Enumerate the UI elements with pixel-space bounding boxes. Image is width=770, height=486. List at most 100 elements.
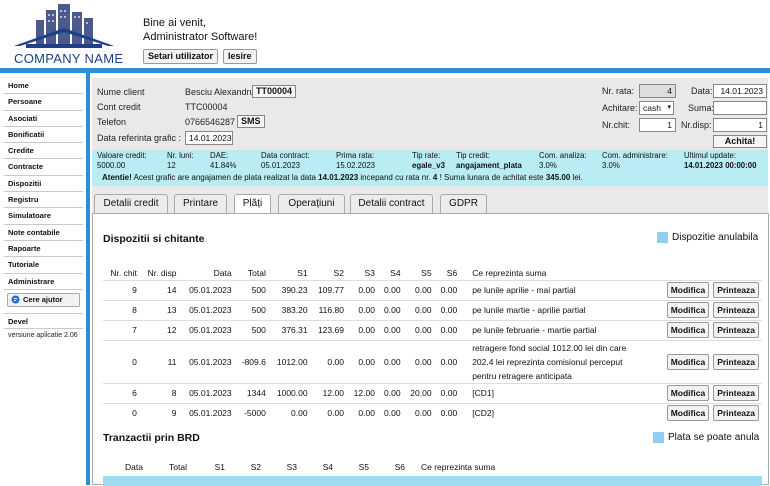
stat-label: Tip rate: (412, 151, 441, 160)
chat-icon (11, 295, 20, 304)
cell-s6: 0.00 (434, 299, 461, 320)
stat-label: Tip credit: (456, 151, 490, 160)
transactions-table: Data Total S1 S2 S3 S4 S5 S6 Ce reprezin… (103, 460, 501, 474)
stat-value: egale_v3 (412, 160, 445, 170)
sidebar-item-persoane[interactable]: Persoane (4, 94, 83, 111)
sidebar-item-credite[interactable]: Credite (4, 143, 83, 160)
sidebar-devel: Devel (4, 312, 83, 330)
modify-button[interactable]: Modifica (666, 302, 710, 318)
modify-button[interactable]: Modifica (666, 353, 710, 370)
tab-plati[interactable]: Plăți (234, 194, 271, 214)
modify-button[interactable]: Modifica (666, 385, 710, 401)
sidebar-item-home[interactable]: Home (4, 78, 83, 95)
cell-s4: 0.00 (377, 339, 404, 383)
client-code-link[interactable]: TT00004 (252, 85, 297, 98)
cell-s1: 376.31 (268, 319, 311, 340)
table-row: 9 14 05.01.2023 500 390.23 109.77 0.00 0.00 0.00… (103, 279, 762, 300)
sidebar-item-simulatoare[interactable]: Simulatoare (4, 208, 83, 225)
stat-value: 05.01.2023 (261, 160, 301, 170)
alert-text: Acest grafic are angajamen de plata real… (131, 173, 319, 182)
receipt-input[interactable]: 1 (639, 118, 676, 132)
help-button[interactable]: Cere ajutor (7, 292, 80, 307)
tab-operatiuni[interactable]: Operațiuni (278, 194, 345, 214)
payments-panel: Dispozitii si chitante Dispozitie anulab… (92, 213, 769, 486)
tab-detalii-credit[interactable]: Detalii credit (94, 194, 168, 214)
print-button[interactable]: Printeaza (713, 322, 759, 338)
rate-no-field: 4 (639, 84, 676, 98)
phone-value: 0766546287 (185, 117, 236, 127)
col-s2: S2 (250, 462, 261, 472)
transactions-legend: Plata se poate anula (653, 432, 759, 443)
print-button[interactable]: Printeaza (713, 353, 759, 370)
cell-s6: 0.00 (434, 339, 461, 383)
cell-actions: Modifica Printeaza (650, 382, 762, 403)
ref-date-input[interactable]: 14.01.2023 (185, 131, 233, 145)
cell-s1: 383.20 (268, 299, 311, 320)
cell-s4: 0.00 (377, 279, 404, 300)
logout-button[interactable]: Iesire (223, 49, 257, 64)
modify-button[interactable]: Modifica (666, 282, 710, 298)
sidebar-item-administrare[interactable]: Administrare (4, 274, 83, 290)
cell-s3: 12.00 (346, 382, 378, 403)
cell-s2: 0.00 (310, 339, 347, 383)
cell-chit: 9 (103, 279, 140, 300)
modify-button[interactable]: Modifica (666, 405, 710, 422)
cell-date: 05.01.2023 (179, 299, 235, 320)
stat-last-update: Ultimul update: 14.01.2023 00:00:00 (684, 151, 756, 170)
disp-input[interactable]: 1 (713, 118, 767, 132)
alert-amount: 345.00 (545, 173, 571, 182)
cell-total: 500 (234, 299, 269, 320)
user-settings-button[interactable]: Setari utilizator (143, 49, 219, 64)
sidebar-item-asociati[interactable]: Asociati (4, 111, 83, 127)
stat-label: Prima rata: (336, 151, 375, 160)
tab-gdpr[interactable]: GDPR (440, 194, 487, 214)
sidebar-item-rapoarte[interactable]: Rapoarte (4, 241, 83, 258)
sum-label: Suma: (688, 103, 715, 113)
modify-button[interactable]: Modifica (666, 322, 710, 338)
print-button[interactable]: Printeaza (713, 405, 759, 422)
welcome-line-1: Bine ai venit, (143, 17, 206, 29)
print-button[interactable]: Printeaza (713, 282, 759, 298)
sidebar-item-dispozitii[interactable]: Dispozitii (4, 176, 83, 193)
cell-total: 1344 (234, 382, 269, 403)
table-header: Data Total S1 S2 S3 S4 S5 S6 Ce reprezin… (103, 460, 501, 474)
cell-chit: 7 (103, 319, 140, 340)
print-button[interactable]: Printeaza (713, 302, 759, 318)
table-row: 6 8 05.01.2023 1344 1000.00 12.00 12.00 0.00 20.… (103, 382, 762, 403)
stat-label: Valoare credit: (97, 151, 147, 160)
cell-s5: 0.00 (403, 402, 435, 423)
sidebar-item-bonificatii[interactable]: Bonificatii (4, 127, 83, 144)
col-total: Total (247, 267, 266, 278)
tab-bar: Detalii credit Printare Plăți Operațiuni… (90, 192, 770, 214)
cell-chit: 0 (103, 402, 140, 423)
sidebar-item-contracte[interactable]: Contracte (4, 159, 83, 176)
stat-label: Data contract: (261, 151, 310, 160)
col-s1: S1 (214, 462, 225, 472)
print-button[interactable]: Printeaza (713, 385, 759, 401)
legend-label: Dispozitie anulabila (672, 232, 759, 243)
legend-label: Plata se poate anula (668, 432, 760, 443)
help-button-label: Cere ajutor (23, 295, 63, 305)
cell-disp: 11 (139, 339, 180, 383)
col-description: Ce reprezinta suma (421, 462, 496, 472)
alert-text: incepand cu rata nr. (358, 173, 433, 182)
method-select[interactable]: cash ▾ (639, 101, 674, 115)
tab-detalii-contract[interactable]: Detalii contract (350, 194, 433, 214)
stat-credit-value: Valoare credit: 5000.00 (97, 151, 147, 170)
account-value: TTC00004 (185, 102, 228, 112)
cell-actions: Modifica Printeaza (650, 279, 762, 300)
pay-button[interactable]: Achita! (713, 135, 767, 148)
stat-value: 3.0% (602, 160, 620, 170)
sum-input[interactable] (713, 101, 767, 115)
sidebar-item-tutoriale[interactable]: Tutoriale (4, 257, 83, 274)
sidebar-item-registru[interactable]: Registru (4, 192, 83, 209)
cell-s6: 0.00 (434, 402, 461, 423)
cell-actions: Modifica Printeaza (650, 402, 762, 423)
cell-s4: 0.00 (377, 402, 404, 423)
account-label: Cont credit (97, 102, 141, 112)
sms-button[interactable]: SMS (237, 115, 265, 128)
tab-printare[interactable]: Printare (174, 194, 227, 214)
stat-analysis-fee: Com. analiza: 3.0% (539, 151, 587, 170)
date-input[interactable]: 14.01.2023 (713, 84, 767, 98)
sidebar-item-note-contabile[interactable]: Note contabile (4, 225, 83, 241)
